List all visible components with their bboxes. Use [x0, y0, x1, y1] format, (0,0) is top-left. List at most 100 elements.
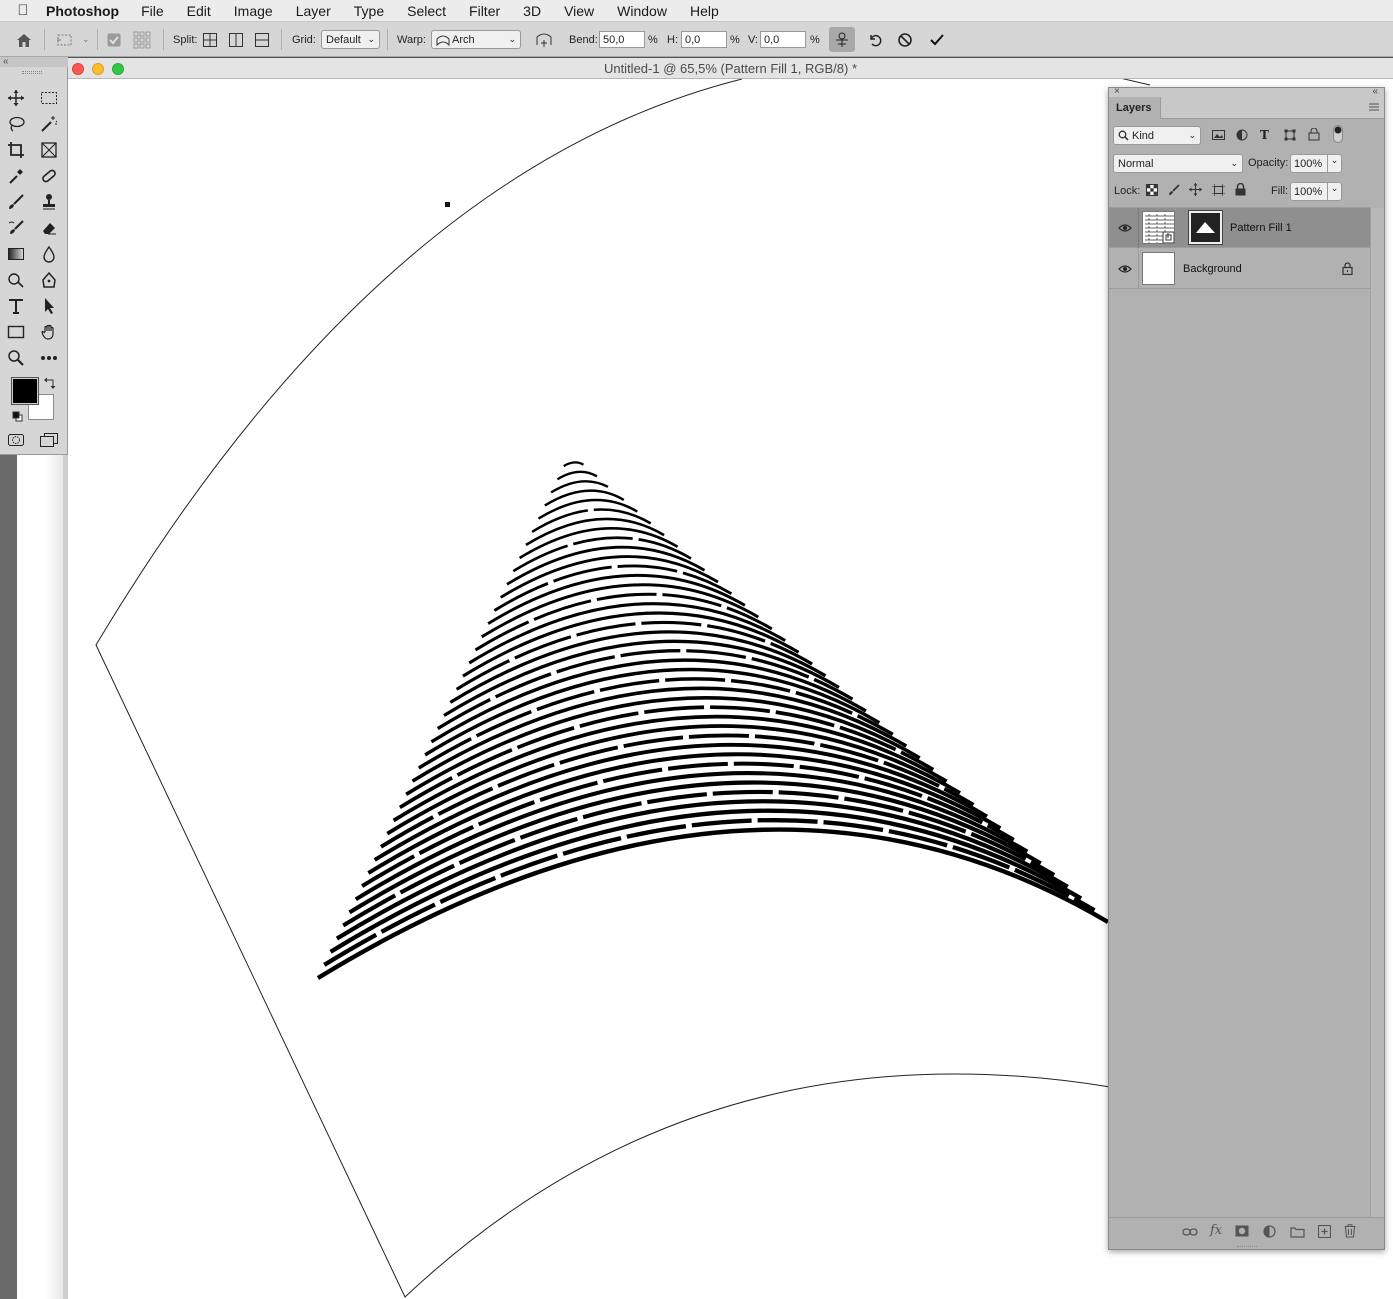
layer-row-background[interactable]: Background: [1109, 249, 1370, 289]
puppet-warp-toggle-icon[interactable]: [829, 27, 855, 52]
apple-icon[interactable]: : [0, 2, 46, 19]
zoom-icon[interactable]: [4, 346, 28, 370]
rectangular-marquee-icon[interactable]: [37, 86, 61, 110]
menu-file[interactable]: File: [141, 3, 164, 19]
menu-image[interactable]: Image: [234, 3, 273, 19]
layer-row-pattern-fill[interactable]: Pattern Fill 1: [1109, 208, 1370, 248]
frame-icon[interactable]: [37, 138, 61, 162]
undo-icon[interactable]: [865, 22, 885, 57]
foreground-color-swatch[interactable]: [11, 377, 39, 405]
menu-help[interactable]: Help: [690, 3, 719, 19]
split-cross-icon[interactable]: [200, 22, 220, 57]
change-warp-orientation-icon[interactable]: [534, 22, 554, 57]
menu-select[interactable]: Select: [407, 3, 446, 19]
hand-icon[interactable]: [37, 320, 61, 344]
add-mask-icon[interactable]: [1235, 1225, 1249, 1240]
split-vertical-icon[interactable]: [226, 22, 246, 57]
more-tools-icon[interactable]: [37, 346, 61, 370]
collapse-panel-icon[interactable]: «: [1372, 86, 1378, 97]
collapse-icon[interactable]: «: [3, 56, 9, 67]
pixel-filter-icon[interactable]: [1212, 129, 1225, 144]
preset-chevron-icon[interactable]: ⌄: [82, 22, 90, 57]
close-panel-icon[interactable]: ×: [1114, 86, 1120, 97]
commit-transform-icon[interactable]: [927, 22, 947, 57]
menu-filter[interactable]: Filter: [469, 3, 500, 19]
chevron-down-icon[interactable]: ⌄: [1327, 183, 1341, 200]
h-distortion-input[interactable]: 0,0: [681, 31, 727, 48]
magic-wand-icon[interactable]: [37, 112, 61, 136]
lock-transparent-pixels-icon[interactable]: [1146, 184, 1158, 199]
menu-view[interactable]: View: [564, 3, 594, 19]
shape-filter-icon[interactable]: [1284, 129, 1296, 144]
bend-label: Bend:: [569, 33, 598, 46]
panel-menu-icon[interactable]: [1368, 102, 1380, 115]
split-horizontal-icon[interactable]: [252, 22, 272, 57]
menu-type[interactable]: Type: [354, 3, 384, 19]
fill-input[interactable]: 100% ⌄: [1290, 182, 1342, 201]
menu-app-name[interactable]: Photoshop: [46, 3, 119, 19]
layer-name[interactable]: Background: [1183, 263, 1242, 275]
layer-name[interactable]: Pattern Fill 1: [1230, 222, 1292, 234]
swap-colors-icon[interactable]: [44, 376, 56, 394]
reference-point-grid-icon[interactable]: [132, 22, 152, 57]
background-thumbnail[interactable]: [1142, 252, 1175, 285]
opacity-input[interactable]: 100% ⌄: [1290, 154, 1342, 173]
filter-toggle-icon[interactable]: [1333, 125, 1343, 146]
eraser-icon[interactable]: [37, 216, 61, 240]
layers-scrollbar[interactable]: [1370, 208, 1384, 1217]
grid-dropdown[interactable]: Default ⌄: [321, 30, 380, 49]
lasso-icon[interactable]: [4, 112, 28, 136]
menu-3d[interactable]: 3D: [523, 3, 541, 19]
menu-window[interactable]: Window: [617, 3, 667, 19]
dodge-icon[interactable]: [4, 268, 28, 292]
new-adjustment-layer-icon[interactable]: [1263, 1225, 1276, 1241]
link-layers-icon[interactable]: [1182, 1227, 1198, 1240]
chevron-down-icon[interactable]: ⌄: [1327, 155, 1341, 172]
adjustment-filter-icon[interactable]: [1236, 129, 1248, 144]
brush-icon[interactable]: [4, 190, 28, 214]
new-group-icon[interactable]: [1290, 1226, 1305, 1241]
lock-position-icon[interactable]: [1189, 183, 1202, 199]
filter-kind-dropdown[interactable]: Kind ⌄: [1113, 126, 1201, 145]
visibility-eye-icon[interactable]: [1118, 264, 1132, 274]
tab-layers[interactable]: Layers: [1109, 97, 1161, 119]
home-icon[interactable]: [14, 22, 34, 57]
type-icon[interactable]: [4, 294, 28, 318]
layer-mask-thumbnail[interactable]: [1188, 210, 1223, 245]
lock-label: Lock:: [1114, 185, 1141, 197]
menu-layer[interactable]: Layer: [296, 3, 331, 19]
screen-mode-icon[interactable]: [37, 428, 61, 452]
lock-all-icon[interactable]: [1235, 182, 1246, 199]
clone-stamp-icon[interactable]: [37, 190, 61, 214]
v-distortion-input[interactable]: 0,0: [760, 31, 806, 48]
eyedropper-icon[interactable]: [4, 164, 28, 188]
menu-edit[interactable]: Edit: [187, 3, 211, 19]
bend-input[interactable]: 50,0: [599, 31, 645, 48]
blur-icon[interactable]: [37, 242, 61, 266]
move-tool-icon[interactable]: [4, 86, 28, 110]
pen-icon[interactable]: [37, 268, 61, 292]
rectangle-icon[interactable]: [4, 320, 28, 344]
smart-object-filter-icon[interactable]: [1308, 127, 1320, 144]
warped-pattern-stripes: [316, 461, 1110, 980]
gradient-icon[interactable]: [4, 242, 28, 266]
delete-layer-icon[interactable]: [1344, 1224, 1356, 1241]
type-filter-icon[interactable]: T: [1260, 128, 1269, 142]
warp-style-dropdown[interactable]: Arch ⌄: [431, 30, 521, 49]
lock-artboard-icon[interactable]: [1212, 184, 1225, 199]
warp-tool-preset-icon[interactable]: [55, 22, 75, 57]
history-brush-icon[interactable]: [4, 216, 28, 240]
visibility-eye-icon[interactable]: [1118, 223, 1132, 233]
quick-mask-icon[interactable]: [4, 428, 28, 452]
lock-image-pixels-icon[interactable]: [1168, 184, 1180, 199]
default-colors-icon[interactable]: [12, 409, 23, 427]
cancel-transform-icon[interactable]: [895, 22, 915, 57]
blend-mode-dropdown[interactable]: Normal ⌄: [1113, 154, 1243, 173]
healing-brush-icon[interactable]: [37, 164, 61, 188]
reference-point-checkbox[interactable]: [104, 22, 124, 57]
new-layer-icon[interactable]: [1317, 1224, 1332, 1241]
layer-style-fx-icon[interactable]: fx: [1210, 1223, 1222, 1238]
crop-icon[interactable]: [4, 138, 28, 162]
pattern-fill-thumbnail[interactable]: [1142, 211, 1175, 244]
path-selection-icon[interactable]: [37, 294, 61, 318]
